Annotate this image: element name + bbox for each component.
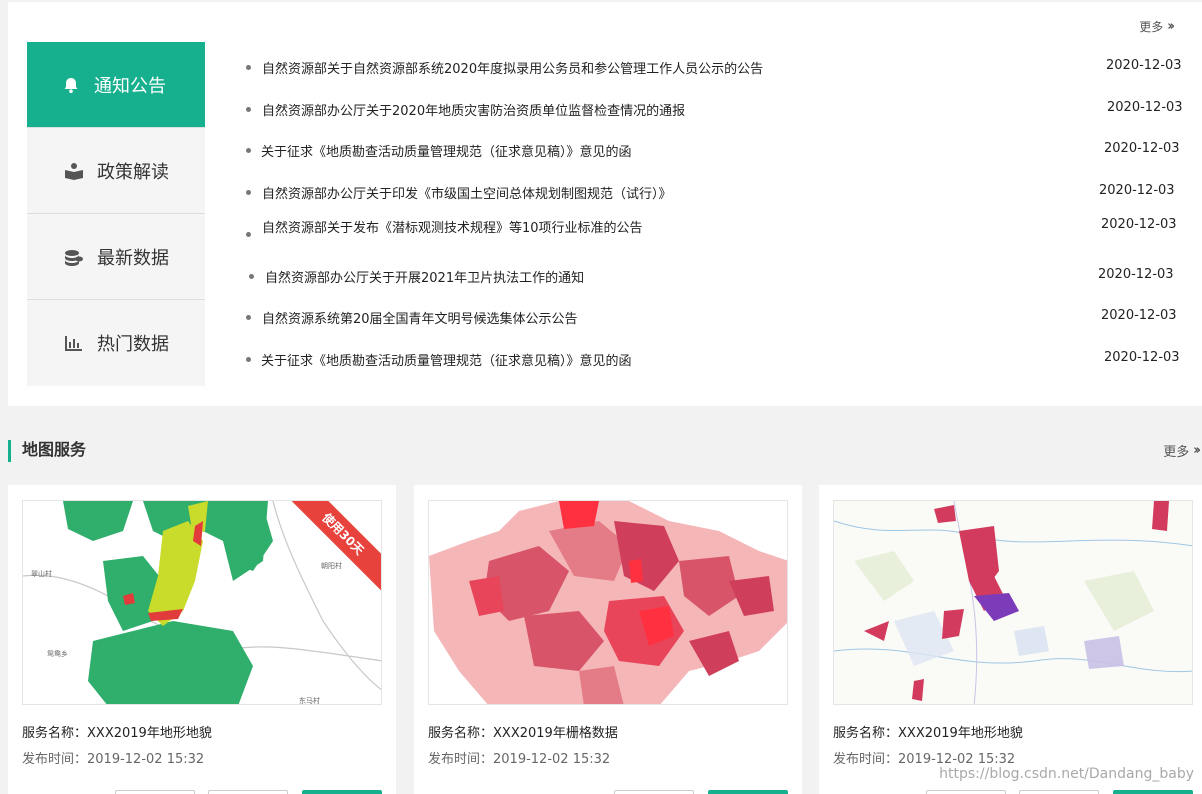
notice-date: 2020-12-03 — [1098, 267, 1174, 282]
notice-title: 自然资源部办公厅关于印发《市级国土空间总体规划制图规范（试行）》 — [262, 187, 672, 202]
notice-title: 自然资源部关于发布《潜标观测技术规程》等10项行业标准的公告 — [262, 221, 643, 236]
bullet-icon — [246, 232, 251, 237]
publish-time-label: 发布时间： — [833, 752, 899, 767]
notice-title: 关于征求《地质勘查活动质量管理规范（征求意见稿）》意见的函 — [261, 354, 632, 369]
map-label: 翠山村 — [31, 570, 52, 578]
service-name-label: 服务名称： — [22, 726, 88, 741]
card-action-button[interactable] — [926, 790, 1006, 794]
watermark: https://blog.csdn.net/Dandang_baby — [939, 766, 1194, 782]
more-label: 更多 — [1139, 20, 1164, 34]
bar-chart-icon — [63, 332, 85, 354]
tab-hot-data[interactable]: 热门数据 — [27, 300, 205, 386]
map-label: 鸳鸯乡 — [47, 650, 68, 658]
publish-time-label: 发布时间： — [428, 752, 494, 767]
tab-notice[interactable]: 通知公告 — [27, 42, 205, 128]
publish-time: 发布时间：2019-12-02 15:32 — [833, 748, 1015, 767]
notice-date: 2020-12-03 — [1107, 100, 1183, 115]
card-primary-button[interactable] — [708, 790, 788, 794]
publish-time-label: 发布时间： — [22, 752, 88, 767]
notice-date: 2020-12-03 — [1104, 350, 1180, 365]
map-service-card[interactable]: 使用30天 翠山村 鸳鸯乡 朝阳村 东马村 服务名称：XXX2019年地形地貌 … — [8, 485, 396, 794]
card-action-button[interactable] — [115, 790, 195, 794]
publish-time: 发布时间：2019-12-02 15:32 — [428, 748, 610, 767]
service-name: 服务名称：XXX2019年地形地貌 — [22, 722, 212, 741]
card-action-button[interactable] — [614, 790, 694, 794]
map-service-card[interactable]: 服务名称：XXX2019年地形地貌 发布时间：2019-12-02 15:32 — [819, 485, 1202, 794]
notice-date: 2020-12-03 — [1101, 308, 1177, 323]
double-chevron-right-icon: ›› — [1167, 19, 1175, 34]
bullet-icon — [246, 190, 251, 195]
map-label: 东马村 — [299, 697, 320, 705]
list-item[interactable]: 自然资源部办公厅关于开展2021年卫片执法工作的通知 2020-12-03 — [246, 267, 1186, 287]
bullet-icon — [246, 65, 251, 70]
bell-icon — [60, 74, 82, 96]
double-chevron-right-icon: ›› — [1193, 443, 1201, 458]
service-name-label: 服务名称： — [833, 726, 899, 741]
list-item[interactable]: 自然资源部办公厅关于印发《市级国土空间总体规划制图规范（试行）》 2020-12… — [246, 183, 1186, 203]
map-service-card[interactable]: 服务名称：XXX2019年栅格数据 发布时间：2019-12-02 15:32 — [414, 485, 802, 794]
notice-date: 2020-12-03 — [1099, 183, 1175, 198]
notice-date: 2020-12-03 — [1101, 217, 1177, 232]
more-label: 更多 — [1163, 445, 1190, 460]
service-name-value: XXX2019年地形地貌 — [898, 726, 1023, 741]
bullet-icon — [246, 148, 251, 153]
bullet-icon — [246, 315, 251, 320]
publish-time-value: 2019-12-02 15:32 — [898, 752, 1016, 767]
notice-title: 自然资源部办公厅关于开展2021年卫片执法工作的通知 — [265, 271, 585, 286]
notice-title: 自然资源系统第20届全国青年文明号候选集体公示公告 — [262, 312, 578, 327]
tab-latest-data[interactable]: 最新数据 — [27, 214, 205, 300]
service-name-value: XXX2019年地形地貌 — [87, 726, 212, 741]
notice-more-link[interactable]: 更多 ›› — [1139, 18, 1175, 35]
map-thumbnail-raster[interactable] — [428, 500, 788, 705]
service-name-label: 服务名称： — [428, 726, 494, 741]
bullet-icon — [249, 274, 254, 279]
list-item[interactable]: 关于征求《地质勘查活动质量管理规范（征求意见稿）》意见的函 2020-12-03 — [246, 141, 1186, 161]
coins-icon — [63, 246, 85, 268]
publish-time-value: 2019-12-02 15:32 — [493, 752, 611, 767]
list-item[interactable]: 自然资源部办公厅关于2020年地质灾害防治资质单位监督检查情况的通报 2020-… — [246, 100, 1186, 120]
list-item[interactable]: 自然资源系统第20届全国青年文明号候选集体公示公告 2020-12-03 — [246, 308, 1186, 328]
publish-time-value: 2019-12-02 15:32 — [87, 752, 205, 767]
map-label: 朝阳村 — [321, 562, 342, 570]
notice-title: 自然资源部办公厅关于2020年地质灾害防治资质单位监督检查情况的通报 — [262, 104, 686, 119]
card-primary-button[interactable] — [1113, 790, 1193, 794]
list-item[interactable]: 自然资源部关于发布《潜标观测技术规程》等10项行业标准的公告 2020-12-0… — [246, 217, 1186, 237]
map-more-link[interactable]: 更多 ›› — [1163, 441, 1201, 460]
map-thumbnail-terrain[interactable] — [833, 500, 1193, 705]
bullet-icon — [246, 107, 251, 112]
tab-label: 最新数据 — [97, 247, 169, 269]
tab-label: 通知公告 — [94, 75, 166, 97]
map-thumbnail-terrain[interactable]: 使用30天 翠山村 鸳鸯乡 朝阳村 东马村 — [22, 500, 382, 705]
book-icon — [63, 160, 85, 182]
card-primary-button[interactable] — [302, 790, 382, 794]
tab-policy[interactable]: 政策解读 — [27, 128, 205, 214]
list-item[interactable]: 自然资源部关于自然资源部系统2020年度拟录用公务员和参公管理工作人员公示的公告… — [246, 58, 1186, 78]
bullet-icon — [246, 357, 251, 362]
publish-time: 发布时间：2019-12-02 15:32 — [22, 748, 204, 767]
service-name: 服务名称：XXX2019年栅格数据 — [428, 722, 618, 741]
notice-side-tabs: 通知公告 政策解读 最新数据 热门数据 — [27, 42, 205, 386]
notice-title: 自然资源部关于自然资源部系统2020年度拟录用公务员和参公管理工作人员公示的公告 — [262, 62, 764, 77]
tab-label: 热门数据 — [97, 334, 169, 355]
tab-label: 政策解读 — [97, 161, 169, 183]
service-name: 服务名称：XXX2019年地形地貌 — [833, 722, 1023, 741]
notice-title: 关于征求《地质勘查活动质量管理规范（征求意见稿）》意见的函 — [261, 145, 632, 160]
section-title-map-services: 地图服务 — [8, 440, 86, 462]
notice-panel: 更多 ›› 通知公告 政策解读 最新数据 热门数据 自然资源部关于自然资源部系统… — [8, 2, 1202, 406]
list-item[interactable]: 关于征求《地质勘查活动质量管理规范（征求意见稿）》意见的函 2020-12-03 — [246, 350, 1186, 370]
notice-date: 2020-12-03 — [1106, 58, 1182, 73]
card-action-button[interactable] — [1019, 790, 1099, 794]
notice-date: 2020-12-03 — [1104, 141, 1180, 156]
card-action-button[interactable] — [208, 790, 288, 794]
service-name-value: XXX2019年栅格数据 — [493, 726, 618, 741]
